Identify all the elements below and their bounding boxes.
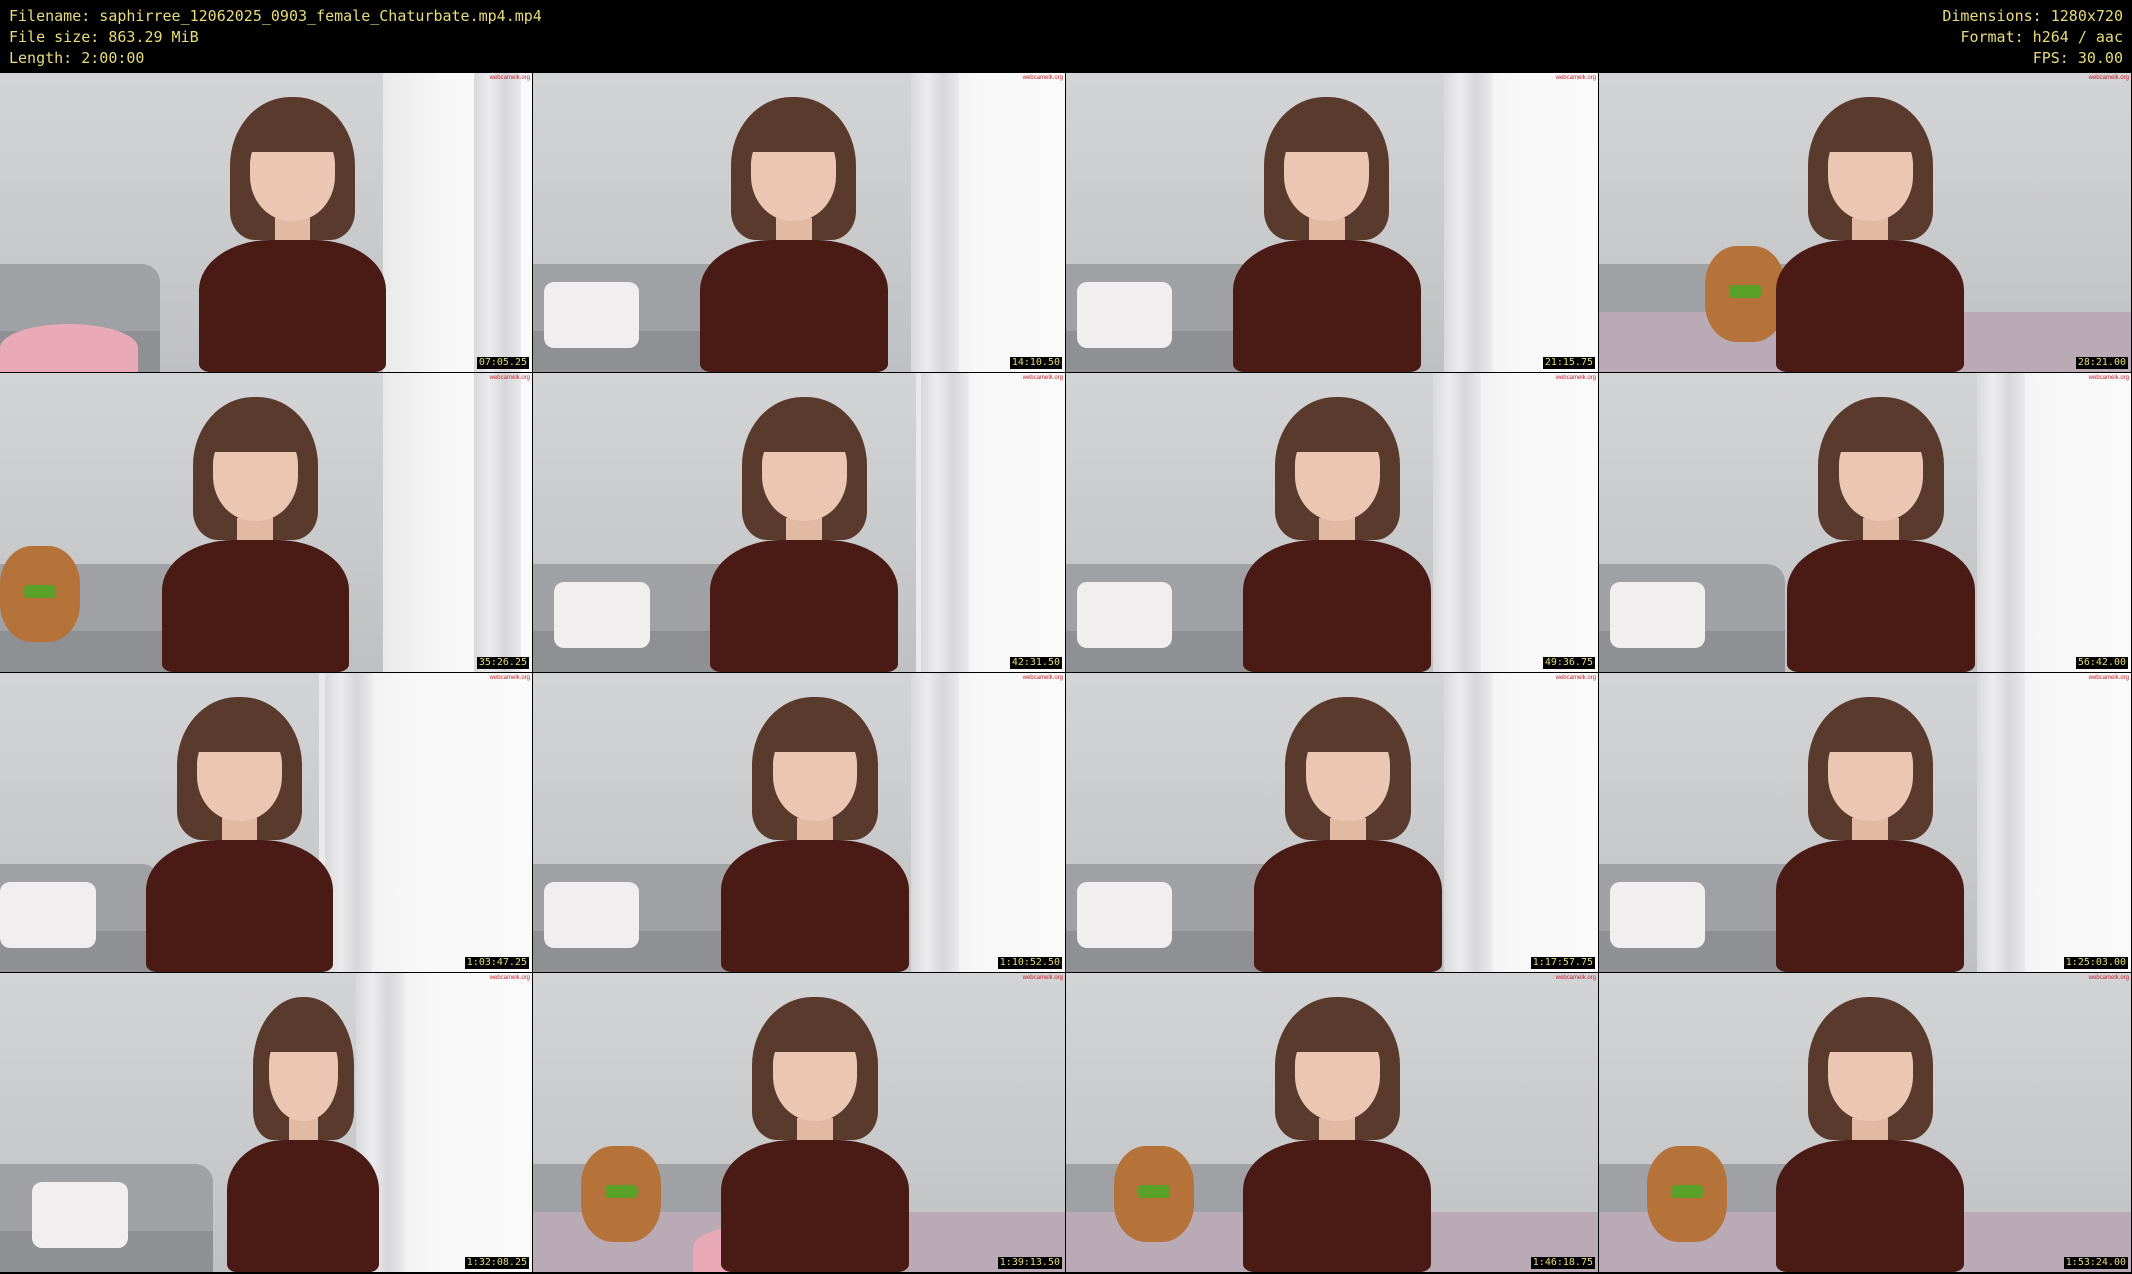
timestamp-label: 56:42.00 [2075, 657, 2128, 669]
person-figure [144, 396, 367, 672]
white-pillow [554, 582, 651, 649]
watermark: webcamelk.org [1022, 675, 1063, 681]
video-info: Dimensions: 1280x720 Format: h264 / aac … [1942, 6, 2123, 69]
curtain [1443, 73, 1492, 372]
watermark: webcamelk.org [489, 375, 530, 381]
curtain [473, 373, 522, 672]
white-pillow [1076, 582, 1173, 649]
watermark: webcamelk.org [2088, 375, 2129, 381]
person-figure [1226, 396, 1449, 672]
white-pillow [31, 1182, 128, 1249]
dimensions-label: Dimensions: 1280x720 [1942, 7, 2123, 25]
watermark: webcamelk.org [1022, 975, 1063, 981]
watermark: webcamelk.org [489, 75, 530, 81]
white-pillow [543, 882, 640, 949]
white-pillow [0, 882, 96, 949]
white-pillow [1076, 882, 1173, 949]
teddy-bear [1113, 1146, 1194, 1243]
timestamp-label: 1:53:24.00 [2063, 1257, 2128, 1269]
person-figure [181, 96, 404, 372]
filename-label: Filename: saphirree_12062025_0903_female… [9, 7, 542, 25]
watermark: webcamelk.org [1555, 675, 1596, 681]
white-pillow [1609, 582, 1706, 649]
thumbnail-frame[interactable]: webcamelk.org 1:25:03.00 [1599, 673, 2131, 972]
timestamp-label: 1:17:57.75 [1530, 957, 1595, 969]
person-figure [1759, 696, 1982, 972]
person-figure [703, 696, 926, 972]
curtain [1976, 673, 2025, 972]
person-figure [1759, 96, 1982, 372]
format-label: Format: h264 / aac [1960, 28, 2123, 46]
person-figure [703, 996, 926, 1272]
file-info: Filename: saphirree_12062025_0903_female… [9, 6, 542, 69]
timestamp-label: 1:32:08.25 [464, 1257, 529, 1269]
thumbnail-frame[interactable]: webcamelk.org 35:26.25 [0, 373, 532, 672]
person-figure [1759, 996, 1982, 1272]
timestamp-label: 1:46:18.75 [1530, 1257, 1595, 1269]
teddy-bear [580, 1146, 661, 1243]
thumbnail-frame[interactable]: webcamelk.org 28:21.00 [1599, 73, 2131, 372]
thumbnail-frame[interactable]: webcamelk.org 1:10:52.50 [533, 673, 1065, 972]
thumbnail-grid: webcamelk.org 07:05.25 webcamelk.org 14:… [0, 73, 2132, 1274]
metadata-header: Filename: saphirree_12062025_0903_female… [0, 0, 2132, 73]
curtain [910, 73, 959, 372]
white-pillow [1609, 882, 1706, 949]
thumbnail-frame[interactable]: webcamelk.org 07:05.25 [0, 73, 532, 372]
watermark: webcamelk.org [2088, 975, 2129, 981]
person-figure [1215, 96, 1438, 372]
thumbnail-frame[interactable]: webcamelk.org 1:39:13.50 [533, 973, 1065, 1272]
watermark: webcamelk.org [1555, 375, 1596, 381]
thumbnail-frame[interactable]: webcamelk.org 1:03:47.25 [0, 673, 532, 972]
person-figure [213, 996, 394, 1272]
thumbnail-frame[interactable]: webcamelk.org 1:46:18.75 [1066, 973, 1598, 1272]
white-pillow [543, 282, 640, 349]
person-figure [682, 96, 905, 372]
pink-pillow [0, 324, 139, 372]
watermark: webcamelk.org [2088, 675, 2129, 681]
thumbnail-frame[interactable]: webcamelk.org 1:17:57.75 [1066, 673, 1598, 972]
thumbnail-frame[interactable]: webcamelk.org 42:31.50 [533, 373, 1065, 672]
timestamp-label: 42:31.50 [1009, 657, 1062, 669]
timestamp-label: 1:03:47.25 [464, 957, 529, 969]
fps-label: FPS: 30.00 [2032, 49, 2123, 67]
timestamp-label: 07:05.25 [476, 357, 529, 369]
timestamp-label: 49:36.75 [1542, 657, 1595, 669]
curtain [473, 73, 522, 372]
watermark: webcamelk.org [489, 675, 530, 681]
watermark: webcamelk.org [1022, 75, 1063, 81]
thumbnail-frame[interactable]: webcamelk.org 21:15.75 [1066, 73, 1598, 372]
white-pillow [1076, 282, 1173, 349]
watermark: webcamelk.org [1555, 975, 1596, 981]
thumbnail-frame[interactable]: webcamelk.org 14:10.50 [533, 73, 1065, 372]
timestamp-label: 35:26.25 [476, 657, 529, 669]
watermark: webcamelk.org [489, 975, 530, 981]
thumbnail-frame[interactable]: webcamelk.org 49:36.75 [1066, 373, 1598, 672]
timestamp-label: 1:39:13.50 [997, 1257, 1062, 1269]
watermark: webcamelk.org [1555, 75, 1596, 81]
timestamp-label: 14:10.50 [1009, 357, 1062, 369]
person-figure [1226, 996, 1449, 1272]
watermark: webcamelk.org [1022, 375, 1063, 381]
person-figure [1769, 396, 1992, 672]
timestamp-label: 28:21.00 [2075, 357, 2128, 369]
teddy-bear [0, 546, 80, 643]
person-figure [1236, 696, 1459, 972]
timestamp-label: 1:10:52.50 [997, 957, 1062, 969]
filesize-label: File size: 863.29 MiB [9, 28, 199, 46]
person-figure [693, 396, 916, 672]
curtain [921, 373, 970, 672]
timestamp-label: 1:25:03.00 [2063, 957, 2128, 969]
timestamp-label: 21:15.75 [1542, 357, 1595, 369]
thumbnail-frame[interactable]: webcamelk.org 1:32:08.25 [0, 973, 532, 1272]
length-label: Length: 2:00:00 [9, 49, 145, 67]
teddy-bear [1646, 1146, 1727, 1243]
thumbnail-frame[interactable]: webcamelk.org 1:53:24.00 [1599, 973, 2131, 1272]
watermark: webcamelk.org [2088, 75, 2129, 81]
person-figure [128, 696, 351, 972]
thumbnail-frame[interactable]: webcamelk.org 56:42.00 [1599, 373, 2131, 672]
